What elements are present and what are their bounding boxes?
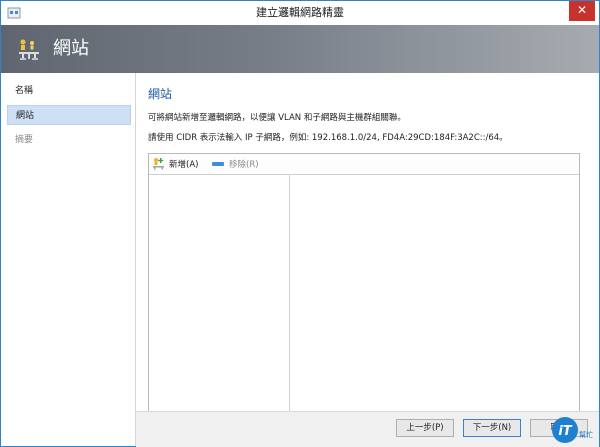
cidr-hint-text: 請使用 CIDR 表示法輸入 IP 子網路，例如: 192.168.1.0/24… bbox=[148, 133, 508, 143]
title-bar: 建立邏輯網路精靈 ✕ bbox=[1, 1, 599, 25]
nav-item-sites[interactable]: 網站 bbox=[7, 105, 131, 125]
remove-icon[interactable] bbox=[212, 162, 224, 166]
add-site-icon[interactable] bbox=[152, 157, 165, 170]
page-header-title: 網站 bbox=[53, 38, 89, 59]
sites-network-icon bbox=[19, 39, 39, 60]
wizard-window: 建立邏輯網路精靈 ✕ 網站 名稱 網站 摘要 網站 可將網站新增至邏輯網路，以便… bbox=[0, 0, 600, 447]
wizard-header: 網站 bbox=[1, 25, 599, 73]
logo-text: iT bbox=[558, 424, 572, 439]
sites-tree-list[interactable] bbox=[149, 175, 290, 412]
ithome-logo-icon: iT 幫忙 bbox=[552, 417, 593, 443]
next-button[interactable]: 下一步(N) bbox=[463, 419, 521, 437]
nav-item-summary[interactable]: 摘要 bbox=[7, 130, 131, 150]
content-title: 網站 bbox=[148, 87, 173, 101]
sites-panel: 新增(A) 移除(R) bbox=[148, 153, 580, 413]
window-title: 建立邏輯網路精靈 bbox=[256, 6, 344, 19]
wizard-nav: 名稱 網站 摘要 bbox=[1, 73, 136, 446]
wizard-button-bar: 上一步(P) 下一步(N) 取消 bbox=[136, 411, 599, 447]
logo-subtext: 幫忙 bbox=[579, 430, 593, 439]
remove-button[interactable]: 移除(R) bbox=[229, 158, 259, 170]
add-button[interactable]: 新增(A) bbox=[169, 158, 198, 170]
description-text: 可將網站新增至邏輯網路，以便讓 VLAN 和子網路與主機群組關聯。 bbox=[148, 113, 406, 123]
site-detail-pane bbox=[290, 175, 579, 412]
close-button[interactable]: ✕ bbox=[569, 1, 595, 21]
previous-button[interactable]: 上一步(P) bbox=[396, 419, 454, 437]
sites-toolbar: 新增(A) 移除(R) bbox=[149, 154, 579, 175]
nav-item-name[interactable]: 名稱 bbox=[7, 81, 131, 101]
